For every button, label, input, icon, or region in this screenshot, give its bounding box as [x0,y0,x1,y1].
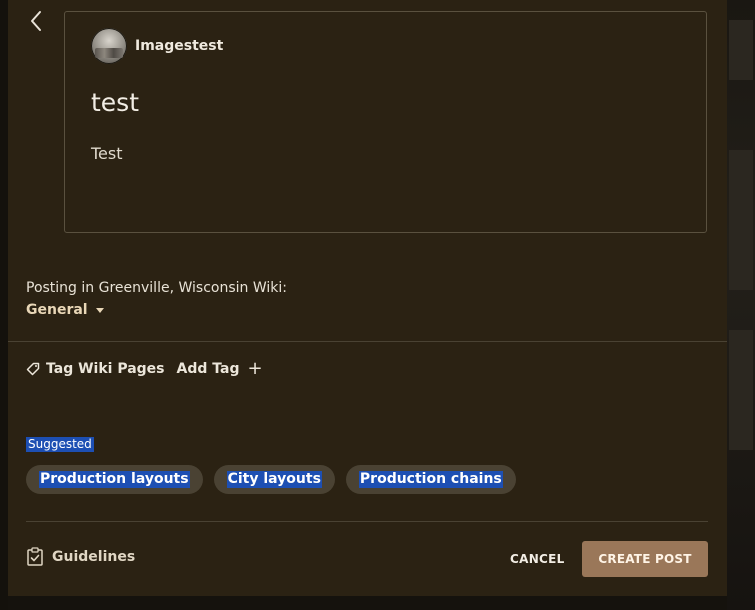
cancel-button[interactable]: CANCEL [502,546,573,572]
post-body: Test [91,144,123,163]
create-post-button[interactable]: CREATE POST [582,541,708,577]
tag-icon [26,362,40,376]
add-tag-button[interactable]: Add Tag + [176,358,263,379]
chevron-left-icon [31,11,41,31]
caret-down-icon [95,307,104,313]
post-preview-card: Imagestest test Test [64,11,707,233]
category-value: General [26,302,88,318]
divider [26,521,708,522]
divider [8,341,727,342]
back-button[interactable] [22,8,50,34]
suggested-tag-label: Production chains [358,471,503,488]
suggested-tag-chip[interactable]: Production layouts [26,465,203,494]
suggested-label: Suggested [26,437,94,452]
clipboard-check-icon [27,547,43,566]
suggested-tags: Production layouts City layouts Producti… [26,465,527,494]
plus-icon: + [247,358,263,379]
suggested-tag-label: City layouts [226,471,322,488]
tag-wiki-pages-row: Tag Wiki Pages Add Tag + [26,358,263,379]
post-author: Imagestest [91,28,223,64]
add-tag-label: Add Tag [176,361,240,377]
posting-in-label: Posting in Greenville, Wisconsin Wiki: [26,280,287,296]
guidelines-link[interactable]: Guidelines [26,547,135,566]
suggested-tag-label: Production layouts [39,471,190,488]
suggested-tag-chip[interactable]: City layouts [213,465,335,494]
suggested-tag-chip[interactable]: Production chains [345,465,516,494]
category-dropdown[interactable]: General [26,302,104,318]
tag-wiki-pages-label: Tag Wiki Pages [46,361,165,377]
panel-shadow [8,596,727,610]
author-name: Imagestest [135,38,224,54]
background-page-strip [727,0,755,610]
avatar [91,28,127,64]
guidelines-label: Guidelines [52,548,136,565]
post-title: test [91,88,140,117]
